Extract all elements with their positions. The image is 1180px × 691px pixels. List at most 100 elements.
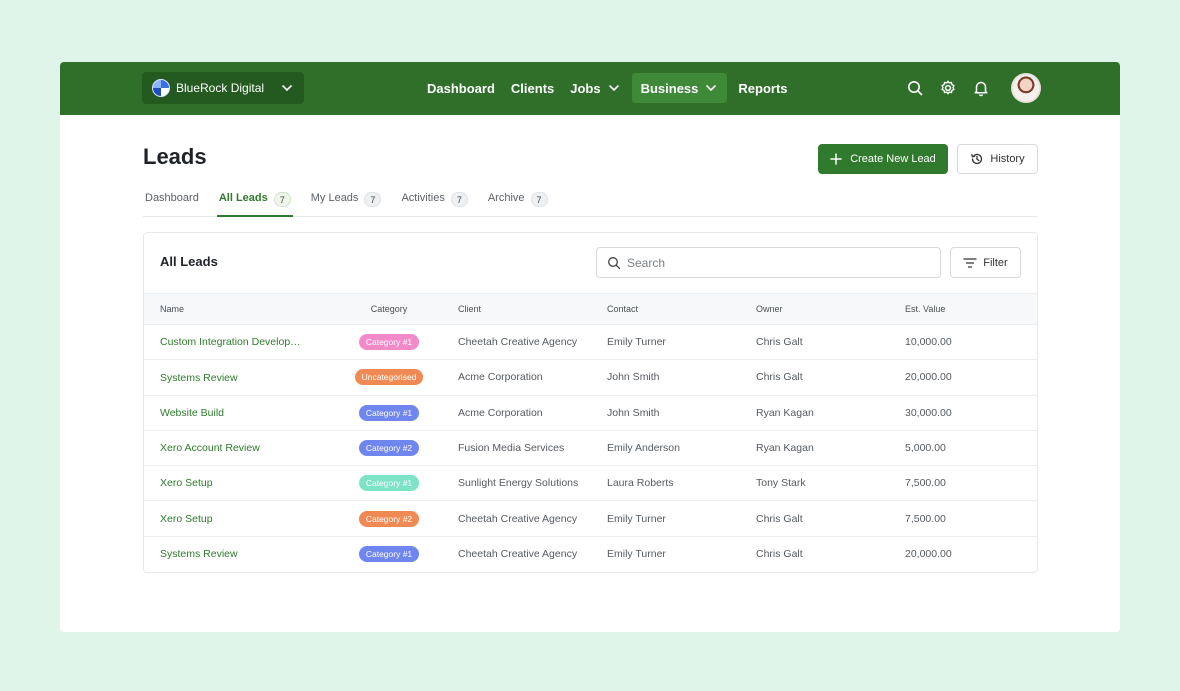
- app-window: BlueRock Digital Dashboard Clients Jobs …: [60, 62, 1120, 632]
- lead-name-cell[interactable]: Systems Review: [144, 536, 320, 571]
- filter-button[interactable]: Filter: [950, 247, 1021, 278]
- column-header-owner[interactable]: Owner: [756, 293, 905, 325]
- history-icon: [971, 153, 983, 165]
- est-value-cell: 7,500.00: [905, 500, 1037, 537]
- globe-icon: [152, 79, 170, 97]
- table-row[interactable]: Xero Setup Category #2 Cheetah Creative Ag…: [144, 500, 1037, 537]
- owner-cell: Tony Stark: [756, 465, 905, 502]
- gear-icon[interactable]: [939, 79, 957, 97]
- table-row[interactable]: Systems Review Category #1 Cheetah Creativ…: [144, 536, 1037, 571]
- owner-cell: Ryan Kagan: [756, 430, 905, 467]
- column-header-category[interactable]: Category: [320, 293, 458, 325]
- contact-cell: Emily Turner: [607, 548, 666, 561]
- top-navbar: BlueRock Digital Dashboard Clients Jobs …: [60, 62, 1120, 115]
- leads-card: All Leads Filter Name Category Client Co…: [143, 232, 1038, 573]
- lead-name[interactable]: Xero Account Review: [160, 442, 260, 454]
- lead-name[interactable]: Systems Review: [160, 372, 238, 384]
- client-cell: Cheetah Creative Agency: [458, 500, 607, 537]
- nav-business-label: Business: [640, 80, 699, 96]
- owner-cell: Ryan Kagan: [756, 395, 905, 431]
- lead-name[interactable]: Xero Setup: [160, 477, 213, 489]
- client-cell: Acme Corporation: [458, 395, 607, 431]
- chevron-down-icon: [706, 85, 717, 92]
- lead-name-cell[interactable]: Systems Review: [144, 359, 320, 396]
- table-row[interactable]: Xero Account Review Category #2 Fusion Med…: [144, 430, 1037, 467]
- est-value-cell: 10,000.00: [905, 324, 1037, 361]
- history-label: History: [990, 153, 1025, 165]
- est-value-cell: 5,000.00: [905, 430, 1037, 467]
- category-badge: Category #1: [358, 475, 420, 492]
- category-badge: Category #1: [358, 334, 420, 351]
- contact-cell: John Smith: [607, 395, 756, 431]
- category-cell: Category #2: [320, 430, 458, 467]
- lead-name[interactable]: Xero Setup: [160, 513, 213, 525]
- workspace-name: BlueRock Digital: [176, 81, 265, 95]
- search-box: [596, 247, 941, 278]
- tab-archive[interactable]: Archive 7: [486, 188, 550, 217]
- search-input[interactable]: [627, 255, 927, 270]
- table-row[interactable]: Systems Review Uncategorised Acme Corporat…: [144, 359, 1037, 396]
- client-cell: Acme Corporation: [458, 359, 607, 396]
- tab-my-leads[interactable]: My Leads 7: [309, 188, 384, 217]
- tab-count-badge: 7: [364, 192, 382, 207]
- history-button[interactable]: History: [957, 144, 1038, 174]
- column-header-est-value[interactable]: Est. Value: [905, 293, 1037, 325]
- nav-reports-label: Reports: [738, 80, 788, 96]
- owner-cell: Chris Galt: [756, 500, 905, 537]
- category-badge: Category #1: [358, 404, 420, 421]
- tab-count-badge: 7: [530, 192, 548, 207]
- nav-clients[interactable]: Clients: [506, 73, 559, 103]
- filter-label: Filter: [983, 256, 1008, 269]
- create-new-lead-label: Create New Lead: [850, 153, 936, 165]
- lead-name[interactable]: Custom Integration Development: [160, 336, 308, 348]
- tab-my-leads-label: My Leads: [310, 192, 359, 204]
- client-cell: Fusion Media Services: [458, 430, 607, 467]
- tab-activities[interactable]: Activities 7: [399, 188, 469, 217]
- tab-dashboard[interactable]: Dashboard: [143, 188, 201, 217]
- create-new-lead-button[interactable]: Create New Lead: [818, 144, 948, 174]
- bell-icon[interactable]: [972, 79, 990, 97]
- table-row[interactable]: Website Build Category #1 Acme Corporation…: [144, 395, 1037, 431]
- lead-name-cell[interactable]: Xero Setup: [144, 500, 320, 537]
- category-cell: Category #2: [320, 500, 458, 537]
- workspace-switcher[interactable]: BlueRock Digital: [142, 72, 304, 104]
- column-header-contact[interactable]: Contact: [607, 293, 756, 325]
- contact-cell: Emily Turner: [607, 324, 756, 361]
- category-badge: Uncategorised: [354, 369, 424, 386]
- tab-all-leads[interactable]: All Leads 7: [216, 188, 293, 217]
- table-row[interactable]: Xero Setup Category #1 Sunlight Energy Sol…: [144, 465, 1037, 502]
- lead-name-cell[interactable]: Xero Account Review: [144, 430, 320, 467]
- lead-name[interactable]: Systems Review: [160, 548, 238, 560]
- category-badge: Category #2: [358, 510, 420, 527]
- est-value-cell: 20,000.00: [905, 359, 1037, 396]
- owner-cell: Chris Galt: [756, 359, 905, 396]
- table-header-row: Name Category Client Contact Owner Est. …: [144, 293, 1037, 325]
- est-value-cell: 20,000.00: [905, 548, 952, 561]
- tab-count-badge: 7: [273, 192, 291, 207]
- column-header-name[interactable]: Name: [144, 293, 320, 325]
- tab-count-badge: 7: [450, 192, 468, 207]
- lead-name[interactable]: Website Build: [160, 407, 224, 419]
- est-value-cell: 7,500.00: [905, 465, 1037, 502]
- category-cell: Category #1: [320, 324, 458, 361]
- category-cell: Category #1: [320, 465, 458, 502]
- leads-table: Name Category Client Contact Owner Est. …: [144, 293, 1037, 572]
- nav-reports[interactable]: Reports: [733, 73, 792, 103]
- nav-dashboard-label: Dashboard: [427, 80, 495, 96]
- avatar[interactable]: [1011, 73, 1041, 103]
- owner-cell: Chris Galt: [756, 324, 905, 361]
- lead-name-cell[interactable]: Xero Setup: [144, 465, 320, 502]
- category-badge: Category #2: [358, 440, 420, 457]
- search-icon[interactable]: [906, 79, 924, 97]
- lead-name-cell[interactable]: Custom Integration Development: [144, 324, 320, 361]
- filter-icon: [963, 257, 977, 268]
- nav-business[interactable]: Business: [631, 73, 728, 103]
- column-header-client[interactable]: Client: [458, 293, 607, 325]
- lead-name-cell[interactable]: Website Build: [144, 395, 320, 431]
- category-cell: Category #1: [320, 536, 458, 571]
- table-row[interactable]: Custom Integration Development Category #…: [144, 324, 1037, 361]
- nav-jobs[interactable]: Jobs: [565, 73, 625, 103]
- nav-dashboard[interactable]: Dashboard: [422, 73, 500, 103]
- contact-cell: John Smith: [607, 359, 756, 396]
- contact-cell: Laura Roberts: [607, 465, 756, 502]
